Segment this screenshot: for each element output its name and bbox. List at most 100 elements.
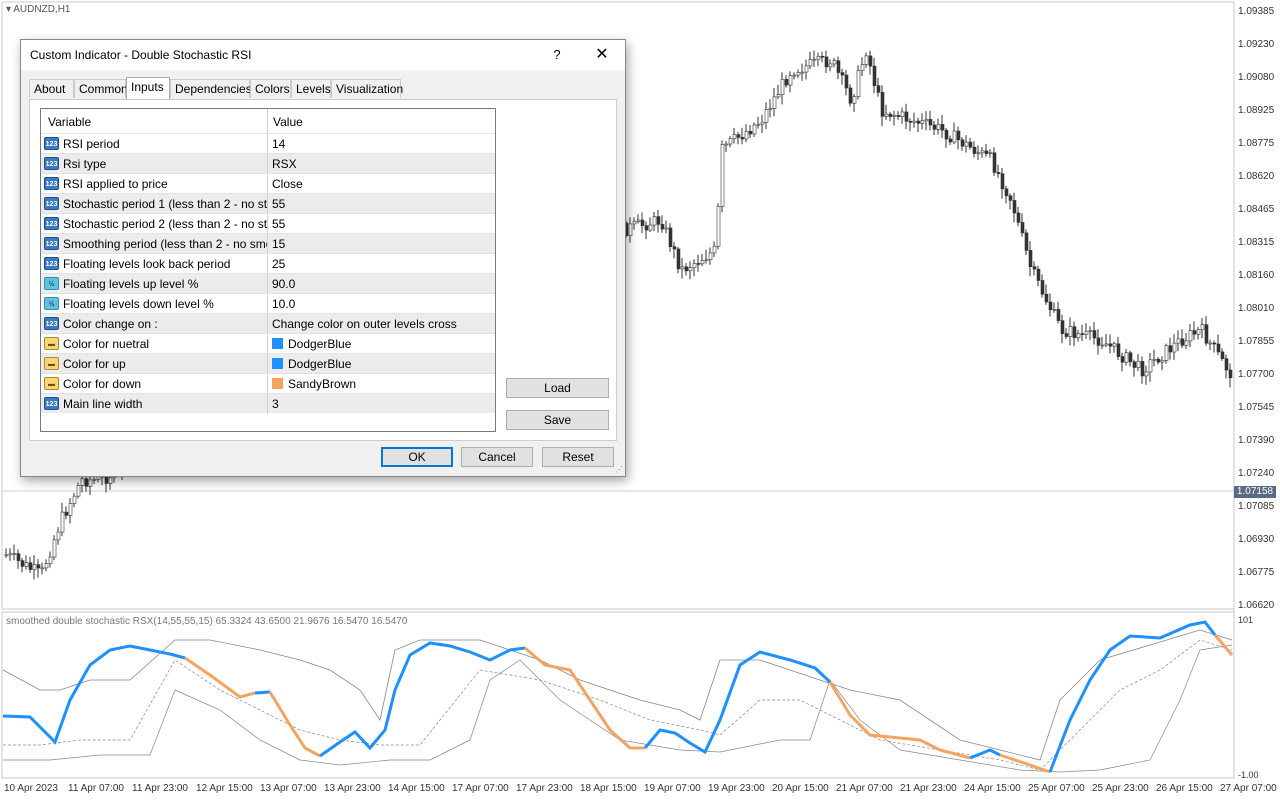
help-button[interactable]: ?: [545, 44, 569, 66]
input-row[interactable]: 123 RSI applied to price Close: [41, 173, 495, 194]
candle-body: [1000, 173, 1005, 190]
input-row[interactable]: 123 RSI period 14: [41, 133, 495, 154]
candle-body: [808, 59, 813, 67]
input-value[interactable]: 90.0: [272, 277, 295, 291]
candle-body: [72, 495, 77, 504]
integer-type-icon: 123: [44, 137, 59, 150]
reset-button[interactable]: Reset: [542, 447, 614, 467]
column-header-variable[interactable]: Variable: [48, 115, 91, 129]
candle-body: [104, 475, 109, 484]
input-value[interactable]: 10.0: [272, 297, 295, 311]
integer-type-icon: 123: [44, 317, 59, 330]
candle-body: [968, 141, 973, 148]
candle-body: [932, 124, 937, 130]
candle-body: [1200, 324, 1205, 330]
cancel-button[interactable]: Cancel: [461, 447, 533, 467]
input-row[interactable]: 123 Main line width 3: [41, 393, 495, 414]
input-value[interactable]: 25: [272, 257, 285, 271]
input-row[interactable]: ▬ Color for nuetral DodgerBlue: [41, 333, 495, 354]
rsx-up-segment: [319, 641, 526, 758]
candle-body: [652, 216, 657, 226]
candle-body: [952, 130, 957, 143]
tab-colors[interactable]: Colors: [250, 79, 291, 98]
input-row[interactable]: 123 Floating levels look back period 25: [41, 253, 495, 274]
candle-body: [60, 511, 65, 533]
input-value[interactable]: RSX: [272, 157, 297, 171]
input-row[interactable]: 123 Stochastic period 2 (less than 2 - no…: [41, 213, 495, 234]
candle-body: [976, 152, 981, 155]
candle-body: [904, 111, 909, 122]
input-value[interactable]: Close: [272, 177, 303, 191]
column-header-value[interactable]: Value: [273, 115, 303, 129]
input-row[interactable]: 123 Rsi type RSX: [41, 153, 495, 174]
ok-button[interactable]: OK: [381, 447, 453, 467]
tab-dependencies[interactable]: Dependencies: [170, 79, 252, 98]
indicator-lines: [2, 620, 1234, 774]
color-swatch[interactable]: [272, 338, 283, 349]
input-variable-name: Stochastic period 2 (less than 2 - no st…: [63, 217, 268, 231]
candle-body: [44, 563, 49, 569]
input-row[interactable]: 123 Stochastic period 1 (less than 2 - no…: [41, 193, 495, 214]
candle-body: [1088, 330, 1093, 332]
time-tick-label: 11 Apr 07:00: [68, 783, 124, 794]
candle-body: [948, 138, 953, 143]
input-row[interactable]: ½ Floating levels up level % 90.0: [41, 273, 495, 294]
candle-body: [732, 134, 737, 140]
candle-body: [1108, 343, 1113, 347]
tab-inputs[interactable]: Inputs: [126, 77, 170, 99]
candle-body: [712, 245, 717, 254]
color-swatch[interactable]: [272, 358, 283, 369]
dialog-titlebar[interactable]: Custom Indicator - Double Stochastic RSI…: [21, 40, 625, 70]
candle-body: [888, 113, 893, 117]
candle-body: [1144, 371, 1149, 377]
input-row[interactable]: ½ Floating levels down level % 10.0: [41, 293, 495, 314]
current-price-tag: 1.07158: [1234, 486, 1276, 498]
resize-grip-icon[interactable]: ⋰: [615, 465, 623, 474]
close-button[interactable]: ✕: [587, 44, 617, 66]
candle-body: [820, 55, 825, 58]
input-row[interactable]: 123 Smoothing period (less than 2 - no sm…: [41, 233, 495, 254]
price-tick-label: 1.07085: [1238, 501, 1275, 512]
time-tick-label: 14 Apr 15:00: [388, 783, 445, 794]
input-value[interactable]: 14: [272, 137, 285, 151]
input-row[interactable]: ▬ Color for down SandyBrown: [41, 373, 495, 394]
input-value[interactable]: Change color on outer levels cross: [272, 317, 457, 331]
candle-body: [1136, 361, 1141, 368]
candle-body: [636, 219, 641, 222]
tab-visualization[interactable]: Visualization: [331, 79, 403, 98]
rsx-down-segment: [828, 681, 971, 760]
input-variable-name: Rsi type: [63, 157, 107, 171]
input-row[interactable]: 123 Color change on : Change color on oute…: [41, 313, 495, 334]
time-tick-label: 20 Apr 15:00: [772, 783, 829, 794]
load-button[interactable]: Load: [506, 378, 609, 398]
input-variable-name: RSI period: [63, 137, 120, 151]
candle-body: [648, 224, 653, 231]
rsx-up-segment: [969, 748, 1001, 760]
input-value[interactable]: 3: [272, 397, 279, 411]
input-value[interactable]: 15: [272, 237, 285, 251]
candle-body: [1132, 361, 1137, 368]
candle-body: [892, 115, 897, 117]
candle-body: [728, 138, 733, 145]
tab-common[interactable]: Common: [74, 79, 128, 98]
input-value[interactable]: 55: [272, 197, 285, 211]
input-value[interactable]: SandyBrown: [288, 377, 356, 391]
save-button[interactable]: Save: [506, 410, 609, 430]
input-value[interactable]: DodgerBlue: [288, 337, 351, 351]
candle-body: [1156, 358, 1161, 363]
color-swatch[interactable]: [272, 378, 283, 389]
input-value[interactable]: 55: [272, 217, 285, 231]
lower-level-line: [3, 644, 1233, 773]
candle-body: [1032, 266, 1037, 270]
candle-body: [772, 96, 777, 109]
candle-body: [708, 252, 713, 261]
rsx-down-segment: [524, 646, 645, 750]
price-tick-label: 1.07700: [1238, 369, 1275, 380]
input-value[interactable]: DodgerBlue: [288, 357, 351, 371]
tab-about[interactable]: About: [29, 79, 74, 98]
candle-body: [696, 263, 701, 265]
input-row[interactable]: ▬ Color for up DodgerBlue: [41, 353, 495, 374]
candle-body: [920, 120, 925, 124]
tab-levels[interactable]: Levels: [291, 79, 331, 98]
time-tick-label: 21 Apr 23:00: [900, 783, 957, 794]
